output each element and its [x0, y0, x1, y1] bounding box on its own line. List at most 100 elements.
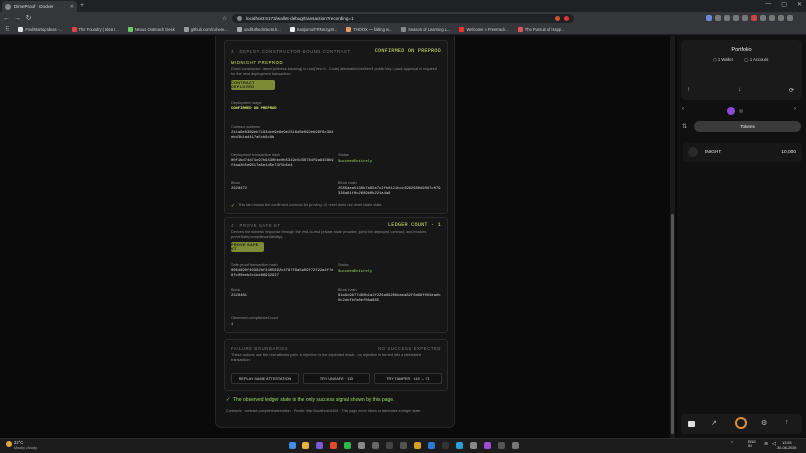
close-window-icon[interactable]: ✕	[797, 1, 802, 8]
wifi-icon[interactable]: ≋	[764, 441, 768, 447]
bookmark-item[interactable]: Welcome » Freetrack...	[459, 26, 509, 32]
prove-description: Derives the witness response through the…	[231, 230, 427, 239]
upload-icon[interactable]: ↑	[785, 419, 789, 426]
clock-date[interactable]: 30-08-2026	[777, 446, 796, 450]
taskbar-app-icon[interactable]	[372, 442, 379, 449]
network-label: MIDNIGHT PREPROD	[231, 60, 284, 65]
prove-safe-button[interactable]: PROVE SAFE KT	[231, 242, 264, 252]
extension-icon[interactable]	[715, 15, 721, 21]
brave-rewards-icon[interactable]	[564, 16, 569, 21]
weather-temp[interactable]: 22°C	[14, 440, 23, 445]
bookmark-item[interactable]: Sanjurno/FRNIcryptt...	[289, 26, 337, 32]
url-bar[interactable]: localhost:5173/wallet-debug/transaction?…	[232, 14, 574, 23]
extension-icon[interactable]	[778, 15, 784, 21]
browser-tab[interactable]: DimeProof · Docker ✕	[2, 1, 77, 12]
bookmark-item[interactable]: github.com/cohere...	[183, 26, 228, 32]
filter-icon[interactable]: ⇅	[682, 123, 687, 130]
tab-title: DimeProof · Docker	[14, 4, 54, 9]
bookmark-item[interactable]: The Pursuit of Happ...	[517, 26, 565, 32]
account-dot[interactable]	[739, 109, 743, 113]
failure-card: FAILURE BOUNDARIES NO SUCCESS EXPECTED T…	[224, 339, 448, 391]
extension-icon[interactable]	[724, 15, 730, 21]
prove-card: 4 · PROVE SAFE KT LEDGER COUNT · 1 Deriv…	[224, 217, 448, 333]
back-icon[interactable]: ←	[2, 15, 11, 22]
proof-block-label: Block	[231, 288, 241, 292]
receive-icon[interactable]: ↓	[738, 87, 741, 93]
tray-chevron-icon[interactable]: ⌃	[730, 441, 734, 447]
wallet-count[interactable]: ⬡ 1 Wallet	[713, 57, 733, 62]
token-row[interactable]: tNIGHT 10,000	[683, 143, 802, 162]
portfolio-card: Portfolio ⬡ 1 Wallet ◯ 1 Account ↑ ↓ ⟳	[681, 40, 802, 100]
extension-icon[interactable]	[742, 15, 748, 21]
extension-icon[interactable]	[706, 15, 712, 21]
wallet-home-icon[interactable]	[688, 421, 695, 427]
settings-icon[interactable]: ⚙	[761, 419, 767, 427]
spotify-icon[interactable]	[344, 442, 351, 449]
taskbar-app-icon[interactable]	[400, 442, 407, 449]
extension-icon[interactable]	[760, 15, 766, 21]
scrollbar-thumb[interactable]	[671, 214, 674, 434]
try-unsafe-button[interactable]: TRY UNSAFE · 115	[303, 373, 370, 384]
url-text: localhost:5173/wallet-debug/transaction?…	[246, 16, 354, 21]
vscode-icon[interactable]	[428, 442, 435, 449]
new-tab-icon[interactable]: +	[80, 2, 84, 9]
taskbar-app-icon[interactable]	[316, 442, 323, 449]
bookmark-item[interactable]: undiluthedrnkets.h...	[236, 26, 281, 32]
bookmark-item[interactable]: The Foundry | Idea I...	[71, 26, 119, 32]
send-icon[interactable]: ↑	[687, 87, 690, 93]
start-windows-icon[interactable]	[289, 442, 296, 449]
taskbar-app-icon[interactable]	[512, 442, 519, 449]
account-avatar[interactable]	[727, 107, 735, 115]
taskbar-app-icon[interactable]	[498, 442, 505, 449]
reload-icon[interactable]: ↻	[24, 14, 33, 22]
edge-icon[interactable]	[456, 442, 463, 449]
deploy-tx-value: 00f1bd74d74c97b9430bbc0b5319c5d36784f9a9…	[231, 159, 334, 168]
language-indicator[interactable]: ENG IN	[748, 440, 762, 448]
file-explorer-icon[interactable]	[302, 442, 309, 449]
taskbar-app-icon[interactable]	[470, 442, 477, 449]
bookmark-item[interactable]: Season of Learning L...	[401, 26, 450, 32]
extension-icon[interactable]	[787, 15, 793, 21]
stage-value: CONFIRMED ON PREPROD	[231, 107, 277, 111]
maximize-icon[interactable]: ▢	[781, 1, 787, 8]
clock-time[interactable]: 13:51	[782, 440, 792, 445]
taskbar-app-icon[interactable]	[358, 442, 365, 449]
contract-deployed-button[interactable]: CONTRACT DEPLOYED	[231, 80, 275, 90]
bookmark-item[interactable]: THOOX — falling w...	[346, 26, 392, 32]
taskbar-app-icon[interactable]	[386, 442, 393, 449]
bookmark-item[interactable]: FindStartupIdeas -...	[18, 26, 63, 32]
bookmark-star-icon[interactable]: ☆	[222, 15, 227, 22]
wallet-logo-icon[interactable]	[735, 417, 747, 429]
weather-text[interactable]: Mostly cloudy	[14, 446, 37, 450]
proof-block-value: 2328481	[231, 294, 247, 298]
try-tamper-button[interactable]: TRY TAMPER · 115 → 71	[374, 373, 442, 384]
forward-icon[interactable]: →	[13, 15, 22, 22]
tokens-tab[interactable]: Tokens	[694, 121, 801, 132]
bookmark-item[interactable]: Nexus Outreach Desk	[127, 26, 175, 32]
deploy-status-label: Status	[338, 153, 349, 157]
chrome-icon[interactable]	[414, 442, 421, 449]
taskbar-app-icon[interactable]	[484, 442, 491, 449]
address-value: 211a6e0389eb7193dce9e8e9e2316d6e892eb96f…	[231, 131, 334, 140]
apps-grid-icon[interactable]: ⠿	[5, 26, 9, 33]
address-label: Contract address	[231, 125, 260, 129]
minimize-icon[interactable]: —	[765, 1, 771, 8]
account-count[interactable]: ◯ 1 Account	[744, 57, 768, 62]
refresh-icon[interactable]: ⟳	[789, 87, 794, 94]
prev-account-icon[interactable]: ‹	[682, 106, 684, 112]
brave-shield-icon[interactable]	[555, 16, 560, 21]
replay-attestation-button[interactable]: REPLAY SAME ATTESTATION	[231, 373, 299, 384]
tab-close-icon[interactable]: ✕	[70, 4, 74, 10]
activity-icon[interactable]: ↗	[711, 419, 717, 427]
extension-icon[interactable]	[769, 15, 775, 21]
terminal-icon[interactable]	[442, 442, 449, 449]
brave-browser-icon[interactable]	[330, 442, 337, 449]
main-panel: 3 · DEPLOY CONSTRUCTOR-BOUND CONTRACT CO…	[215, 36, 455, 428]
next-account-icon[interactable]: ›	[794, 106, 796, 112]
extension-icon[interactable]	[751, 15, 757, 21]
extension-icon[interactable]	[733, 15, 739, 21]
site-info-icon[interactable]	[237, 16, 242, 21]
page-footer: Contracts · contract-compiled/attestatio…	[226, 409, 422, 413]
volume-icon[interactable]: ◁	[772, 441, 776, 447]
deploy-tx-label: Deployment transaction hash	[231, 153, 281, 157]
